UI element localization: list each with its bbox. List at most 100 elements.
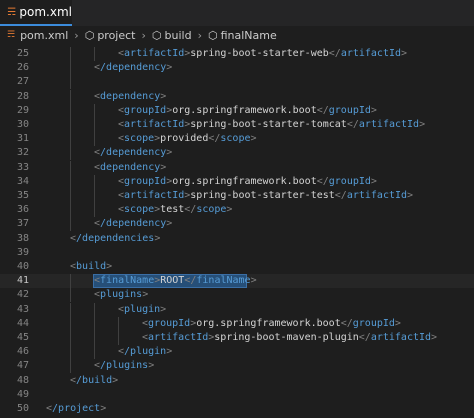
- code-line[interactable]: 39: [0, 246, 474, 260]
- code-line[interactable]: 41 <finalName>ROOT</finalName>: [0, 274, 474, 289]
- indent-guide: [70, 274, 71, 289]
- code-content: </dependency>: [94, 146, 172, 160]
- indent-guide: [70, 288, 71, 303]
- element-icon: ⬡: [151, 28, 162, 42]
- xml-tag-name: artifactId: [124, 119, 185, 130]
- code-line[interactable]: 43 <plugin>: [0, 302, 474, 317]
- code-line[interactable]: 31 <scope>provided</scope>: [0, 132, 474, 147]
- code-line[interactable]: 36 <scope>test</scope>: [0, 203, 474, 218]
- indent-guide: [118, 316, 119, 331]
- line-number: 48: [16, 374, 29, 386]
- xml-tag-name: dependency: [100, 90, 161, 102]
- code-editor[interactable]: 25 <artifactId>spring-boot-starter-web</a…: [0, 44, 474, 418]
- code-line[interactable]: 26 </dependency>: [0, 61, 474, 76]
- tag-bracket: >: [160, 161, 167, 173]
- line-number: 39: [16, 246, 29, 258]
- code-content: </plugin>: [118, 345, 172, 359]
- code-content: </dependency>: [94, 217, 172, 231]
- code-line[interactable]: 46 </plugin>: [0, 345, 474, 360]
- tag-bracket: </: [184, 204, 197, 216]
- tag-bracket: </: [340, 317, 353, 329]
- code-line[interactable]: 30 <artifactId>spring-boot-starter-tomcat…: [0, 118, 474, 132]
- indent-guide: [70, 47, 71, 61]
- code-content: </project>: [46, 402, 106, 416]
- indent-guide: [70, 118, 71, 132]
- code-line[interactable]: 44 <groupId>org.springframework.boot</gro…: [0, 316, 474, 331]
- line-number: 38: [16, 232, 29, 244]
- xml-tag-name: groupId: [148, 317, 191, 329]
- line-number: 29: [16, 104, 29, 116]
- tag-bracket: >: [431, 332, 438, 343]
- code-line[interactable]: 50 </project>: [0, 402, 474, 416]
- line-number: 47: [16, 360, 29, 372]
- xml-text: ROOT: [160, 275, 185, 287]
- code-content: <build>: [70, 260, 112, 274]
- rss-icon: ☴: [7, 30, 16, 40]
- indent-guide: [118, 331, 119, 345]
- code-line[interactable]: 27: [0, 75, 474, 90]
- breadcrumb-label: pom.xml: [20, 28, 69, 42]
- xml-tag-name: scope: [196, 204, 227, 216]
- indent-guide: [70, 174, 71, 189]
- breadcrumb-item-finalname[interactable]: ⬡ finalName: [208, 29, 277, 42]
- line-number: 36: [16, 204, 29, 216]
- code-line[interactable]: 35 <artifactId>spring-boot-starter-test</…: [0, 189, 474, 203]
- code-content: </dependency>: [94, 61, 172, 75]
- breadcrumb-item-project[interactable]: ⬡ project: [85, 29, 136, 42]
- xml-tag-name: /project: [52, 403, 101, 414]
- element-icon: ⬡: [207, 28, 218, 42]
- code-line[interactable]: 32 </dependency>: [0, 146, 474, 161]
- tag-bracket: >: [166, 147, 173, 159]
- line-number: 33: [16, 161, 29, 173]
- tag-bracket: </: [184, 275, 197, 287]
- line-number: 34: [16, 175, 29, 187]
- code-line[interactable]: 38 </dependencies>: [0, 232, 474, 246]
- xml-tag-name: /dependency: [100, 62, 167, 74]
- tag-bracket: >: [407, 190, 414, 201]
- code-content: <artifactId>spring-boot-starter-test</ar…: [118, 189, 413, 203]
- line-number: 26: [16, 62, 29, 74]
- indent-guide: [94, 174, 95, 189]
- code-line[interactable]: 48 </build>: [0, 374, 474, 388]
- xml-tag-name: artifactId: [358, 119, 420, 130]
- line-number: 46: [16, 346, 29, 358]
- element-icon: ⬡: [84, 28, 95, 42]
- tag-bracket: >: [250, 133, 257, 145]
- code-line[interactable]: 45 <artifactId>spring-boot-maven-plugin</…: [0, 331, 474, 345]
- code-line[interactable]: 47 </plugins>: [0, 359, 474, 374]
- xml-tag-name: artifactId: [346, 190, 408, 201]
- code-line[interactable]: 34 <groupId>org.springframework.boot</gro…: [0, 174, 474, 189]
- xml-tag-name: artifactId: [124, 190, 185, 201]
- xml-tag-name: /plugins: [100, 360, 149, 372]
- code-line[interactable]: 37 </dependency>: [0, 217, 474, 232]
- breadcrumb-item-file[interactable]: ☴ pom.xml: [7, 29, 68, 42]
- tag-bracket: </: [316, 104, 329, 116]
- code-content: <groupId>org.springframework.boot</group…: [142, 317, 401, 331]
- breadcrumb: ☴ pom.xml › ⬡ project › ⬡ build › ⬡ fina…: [0, 26, 474, 44]
- breadcrumb-item-build[interactable]: ⬡ build: [152, 29, 192, 42]
- indent-guide: [94, 103, 95, 118]
- indent-guide: [94, 189, 95, 203]
- code-content: </build>: [70, 374, 118, 388]
- line-number: 40: [16, 261, 29, 272]
- code-line[interactable]: 29 <groupId>org.springframework.boot</gro…: [0, 103, 474, 118]
- code-content: <scope>provided</scope>: [118, 132, 257, 146]
- code-line[interactable]: 42 <plugins>: [0, 288, 474, 303]
- line-number: 27: [16, 76, 29, 88]
- tag-bracket: >: [394, 317, 401, 329]
- tag-bracket: >: [166, 346, 173, 358]
- tag-bracket: </: [358, 332, 371, 343]
- line-number: 37: [16, 218, 29, 230]
- tab-bar: ☴ pom.xml: [0, 0, 474, 26]
- code-line[interactable]: 25 <artifactId>spring-boot-starter-web</a…: [0, 47, 474, 61]
- code-line[interactable]: 33 <dependency>: [0, 160, 474, 175]
- code-content: <scope>test</scope>: [118, 203, 232, 217]
- code-line[interactable]: 49: [0, 388, 474, 402]
- indent-guide: [94, 203, 95, 218]
- code-line[interactable]: 28 <dependency>: [0, 89, 474, 104]
- code-line[interactable]: 40 <build>: [0, 260, 474, 274]
- breadcrumb-label: finalName: [220, 28, 277, 42]
- tag-bracket: </: [346, 119, 359, 130]
- tag-bracket: >: [160, 90, 167, 102]
- tab-pom-xml[interactable]: ☴ pom.xml: [0, 0, 72, 26]
